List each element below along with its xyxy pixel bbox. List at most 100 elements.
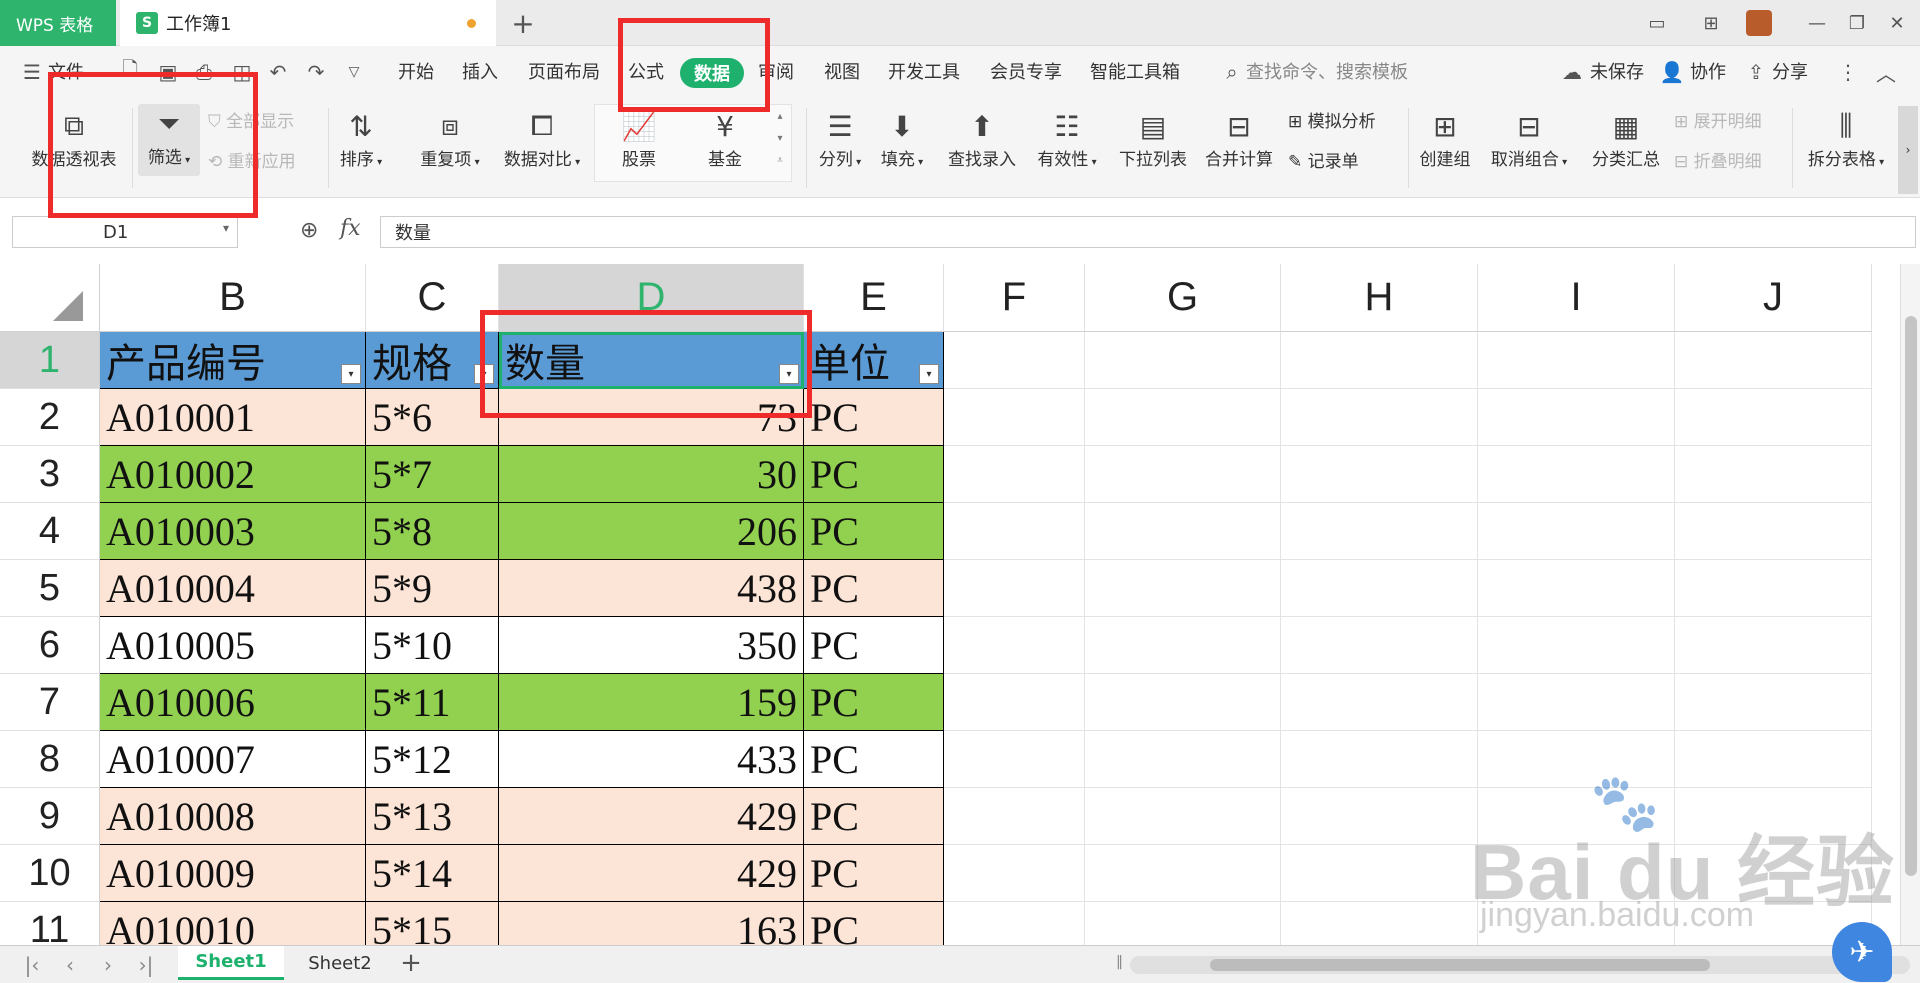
more-icon[interactable]: ⋮: [1836, 60, 1860, 84]
cell-quantity[interactable]: 438: [499, 560, 804, 617]
cell-quantity[interactable]: 30: [499, 446, 804, 503]
cell-product-code[interactable]: A010007: [100, 731, 366, 788]
select-all-corner[interactable]: [0, 264, 100, 332]
empty-cell[interactable]: [1675, 617, 1872, 674]
empty-cell[interactable]: [1281, 332, 1478, 389]
empty-cell[interactable]: [1478, 446, 1675, 503]
grid-view-icon[interactable]: ⊞: [1696, 8, 1726, 38]
column-header-e[interactable]: E: [804, 264, 944, 332]
collapse-detail-button[interactable]: ⊟ 折叠明细: [1674, 148, 1762, 176]
assistant-bird-icon[interactable]: ✈: [1832, 922, 1892, 982]
empty-cell[interactable]: [1281, 389, 1478, 446]
empty-cell[interactable]: [1281, 674, 1478, 731]
cell-product-code[interactable]: A010006: [100, 674, 366, 731]
cell-spec[interactable]: 5*14: [366, 845, 499, 902]
cell-spec[interactable]: 5*15: [366, 902, 499, 945]
empty-cell[interactable]: [944, 674, 1085, 731]
data-compare-button[interactable]: ⧠ 数据对比 ▾: [496, 106, 588, 174]
column-header-g[interactable]: G: [1085, 264, 1281, 332]
filter-dropdown-icon[interactable]: ▾: [919, 364, 939, 384]
empty-cell[interactable]: [944, 332, 1085, 389]
last-sheet-icon[interactable]: ›|: [134, 952, 158, 978]
page-layout-icon[interactable]: ▭: [1642, 8, 1672, 38]
cell-spec[interactable]: 5*8: [366, 503, 499, 560]
cell-unit[interactable]: PC: [804, 845, 944, 902]
row-header-2[interactable]: 2: [0, 389, 100, 446]
empty-cell[interactable]: [1281, 731, 1478, 788]
empty-cell[interactable]: [1281, 446, 1478, 503]
collaborate-button[interactable]: 协作: [1690, 60, 1726, 86]
redo-icon[interactable]: ↷: [304, 60, 328, 84]
prev-sheet-icon[interactable]: ‹: [58, 952, 82, 978]
sheet-tab-sheet2[interactable]: Sheet2: [290, 946, 390, 980]
empty-cell[interactable]: [1085, 731, 1281, 788]
cell-quantity[interactable]: 350: [499, 617, 804, 674]
create-group-button[interactable]: ⊞ 创建组: [1414, 106, 1476, 174]
cell-product-code[interactable]: A010009: [100, 845, 366, 902]
column-header-i[interactable]: I: [1478, 264, 1675, 332]
empty-cell[interactable]: [1085, 845, 1281, 902]
empty-cell[interactable]: [1478, 617, 1675, 674]
empty-cell[interactable]: [1675, 332, 1872, 389]
ribbon-scroll-right-icon[interactable]: ›: [1898, 106, 1918, 194]
cell-unit[interactable]: PC: [804, 731, 944, 788]
cell-unit[interactable]: PC: [804, 389, 944, 446]
cell-quantity[interactable]: 206: [499, 503, 804, 560]
cell-unit[interactable]: PC: [804, 617, 944, 674]
row-header-7[interactable]: 7: [0, 674, 100, 731]
stocks-button[interactable]: 📈 股票: [604, 106, 674, 174]
share-button[interactable]: 分享: [1772, 60, 1808, 86]
empty-cell[interactable]: [1675, 560, 1872, 617]
formula-input[interactable]: 数量: [380, 216, 1916, 248]
empty-cell[interactable]: [1675, 446, 1872, 503]
empty-cell[interactable]: [1478, 560, 1675, 617]
header-cell-b[interactable]: 产品编号 ▾: [100, 332, 366, 389]
command-search[interactable]: 查找命令、搜索模板: [1246, 60, 1408, 86]
empty-cell[interactable]: [1478, 332, 1675, 389]
empty-cell[interactable]: [1478, 389, 1675, 446]
empty-cell[interactable]: [944, 446, 1085, 503]
empty-cell[interactable]: [1085, 446, 1281, 503]
close-icon[interactable]: ✕: [1882, 8, 1912, 38]
menu-member[interactable]: 会员专享: [990, 60, 1062, 86]
empty-cell[interactable]: [1281, 617, 1478, 674]
cell-unit[interactable]: PC: [804, 674, 944, 731]
gallery-scroll-icon[interactable]: ▴ ▾ ⩡: [770, 106, 790, 172]
what-if-analysis-button[interactable]: ⊞ 模拟分析: [1288, 108, 1376, 136]
cell-spec[interactable]: 5*13: [366, 788, 499, 845]
next-sheet-icon[interactable]: ›: [96, 952, 120, 978]
cell-quantity[interactable]: 159: [499, 674, 804, 731]
zoom-lookup-icon[interactable]: ⊕: [300, 218, 318, 243]
first-sheet-icon[interactable]: |‹: [20, 952, 44, 978]
cell-unit[interactable]: PC: [804, 560, 944, 617]
cell-product-code[interactable]: A010010: [100, 902, 366, 945]
empty-cell[interactable]: [944, 902, 1085, 945]
record-form-button[interactable]: ✎ 记录单: [1288, 148, 1359, 176]
row-header-4[interactable]: 4: [0, 503, 100, 560]
cell-product-code[interactable]: A010003: [100, 503, 366, 560]
empty-cell[interactable]: [1281, 788, 1478, 845]
menu-insert[interactable]: 插入: [462, 60, 498, 86]
empty-cell[interactable]: [1675, 389, 1872, 446]
cell-product-code[interactable]: A010002: [100, 446, 366, 503]
empty-cell[interactable]: [1085, 902, 1281, 945]
column-header-j[interactable]: J: [1675, 264, 1872, 332]
split-handle-icon[interactable]: ‖: [1116, 954, 1123, 970]
cell-spec[interactable]: 5*10: [366, 617, 499, 674]
empty-cell[interactable]: [944, 560, 1085, 617]
cell-spec[interactable]: 5*7: [366, 446, 499, 503]
empty-cell[interactable]: [1085, 674, 1281, 731]
cell-quantity[interactable]: 429: [499, 788, 804, 845]
cell-spec[interactable]: 5*12: [366, 731, 499, 788]
split-table-button[interactable]: ⫼ 拆分表格 ▾: [1800, 106, 1892, 174]
function-icon[interactable]: fx: [340, 216, 361, 241]
subtotal-button[interactable]: ▦ 分类汇总: [1586, 106, 1666, 174]
cell-unit[interactable]: PC: [804, 902, 944, 945]
wps-app-tab[interactable]: WPS 表格: [0, 0, 116, 46]
column-header-b[interactable]: B: [100, 264, 366, 332]
empty-cell[interactable]: [944, 389, 1085, 446]
hamburger-icon[interactable]: ☰: [20, 60, 44, 84]
dropdown-list-button[interactable]: ▤ 下拉列表: [1116, 106, 1190, 174]
empty-cell[interactable]: [1478, 503, 1675, 560]
cell-unit[interactable]: PC: [804, 503, 944, 560]
